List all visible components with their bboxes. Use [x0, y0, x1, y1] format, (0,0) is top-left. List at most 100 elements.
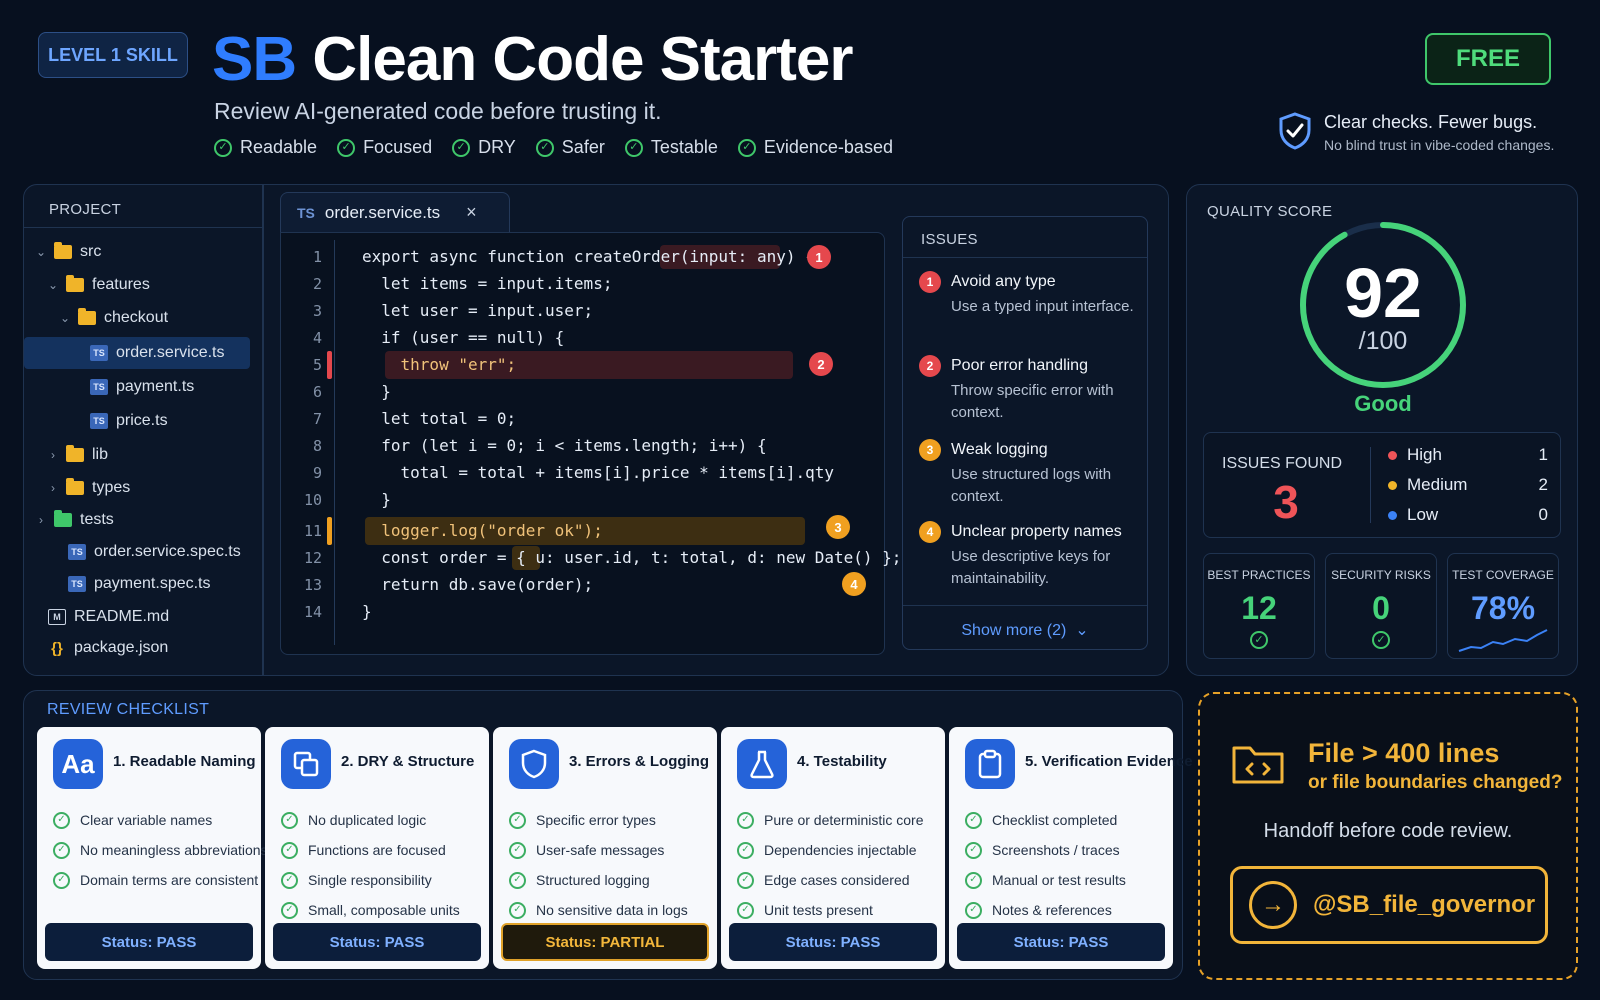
issue-marker-1[interactable]: 1	[807, 245, 831, 269]
tree-folder-tests[interactable]: › tests	[36, 504, 114, 536]
metric-security-risks: SECURITY RISKS 0 ✓	[1325, 553, 1437, 659]
checklist-item: ✓ User-safe messages	[509, 835, 688, 865]
issues-panel: ISSUES 1 Avoid any type Use a typed input…	[902, 216, 1148, 650]
divider	[24, 227, 262, 228]
checklist-card-errors: 3. Errors & Logging ✓ Specific error type…	[493, 727, 717, 969]
checklist-item: ✓ Edge cases considered	[737, 865, 924, 895]
check-icon: ✓	[965, 901, 982, 919]
issue-title: Unclear property names	[951, 523, 1122, 540]
issues-found-count: 3	[1273, 476, 1299, 528]
code-line: 7 let total = 0;	[290, 405, 516, 432]
code-line: 10 }	[290, 486, 391, 513]
checklist-item-label: Edge cases considered	[764, 872, 910, 888]
checklist-item-label: Domain terms are consistent	[80, 872, 259, 888]
card-title: 3. Errors & Logging	[569, 753, 710, 770]
tree-file-payment-spec[interactable]: TS payment.spec.ts	[68, 568, 211, 600]
issue-item[interactable]: 3 Weak logging Use structured logs with c…	[919, 439, 1141, 508]
tree-folder-types[interactable]: › types	[48, 472, 130, 504]
metric-test-coverage: TEST COVERAGE 78%	[1447, 553, 1559, 659]
issue-item[interactable]: 4 Unclear property names Use descriptive …	[919, 521, 1141, 590]
tree-label: src	[80, 243, 102, 260]
score-max: /100	[1358, 327, 1408, 355]
tree-folder-features[interactable]: ⌄ features	[48, 269, 150, 301]
tree-label: tests	[80, 511, 114, 528]
issue-item[interactable]: 2 Poor error handling Throw specific erro…	[919, 355, 1141, 424]
code-text: }	[362, 490, 391, 509]
sparkline-icon	[1458, 629, 1548, 652]
show-more-button[interactable]: Show more (2) ⌄	[903, 605, 1147, 640]
check-icon: ✓	[624, 138, 643, 157]
checklist-item: ✓ Clear variable names	[53, 805, 268, 835]
folder-icon	[66, 275, 84, 292]
tree-label: order.service.spec.ts	[94, 543, 241, 560]
check-icon: ✓	[1372, 631, 1390, 649]
check-icon: ✓	[214, 138, 232, 157]
issue-marker-4[interactable]: 4	[842, 572, 866, 596]
tree-folder-checkout[interactable]: ⌄ checkout	[60, 302, 168, 334]
status-badge: Status: PARTIAL	[501, 923, 709, 961]
severity-high: High 1	[1388, 445, 1548, 465]
checklist-item: ✓ Unit tests present	[737, 895, 924, 925]
checklist-item-label: Specific error types	[536, 812, 656, 828]
code-text: return db.save(order);	[362, 575, 594, 594]
file-governor-button[interactable]: → @SB_file_governor	[1230, 866, 1548, 944]
tree-file-package-json[interactable]: {} package.json	[48, 632, 168, 664]
issue-item[interactable]: 1 Avoid any type Use a typed input interf…	[919, 271, 1141, 318]
tag-testable: ✓ Testable	[624, 137, 718, 158]
tree-file-order-spec[interactable]: TS order.service.spec.ts	[68, 536, 241, 568]
issue-number: 1	[919, 271, 941, 293]
check-icon: ✓	[281, 841, 298, 859]
severity-label: Medium	[1407, 475, 1468, 494]
issue-number: 3	[919, 439, 941, 461]
checklist-item-label: Unit tests present	[764, 902, 873, 918]
tree-folder-lib[interactable]: › lib	[48, 439, 108, 471]
check-icon: ✓	[737, 811, 754, 829]
code-line: 9 total = total + items[i].price * items…	[290, 459, 834, 486]
card-title: 4. Testability	[797, 753, 887, 770]
issues-found-label: ISSUES FOUND	[1222, 455, 1343, 472]
checklist-card-naming: Aa 1. Readable Naming ✓ Clear variable na…	[37, 727, 268, 969]
code-text: }	[362, 602, 372, 621]
shield-icon	[509, 739, 559, 789]
tag-evidence-based: ✓ Evidence-based	[737, 137, 893, 158]
arrow-right-icon: →	[1249, 881, 1297, 929]
checklist-item-label: Functions are focused	[308, 842, 446, 858]
tree-label: README.md	[74, 608, 170, 625]
checklist-card-dry: 2. DRY & Structure ✓ No duplicated logic …	[265, 727, 489, 969]
tree-label: features	[92, 276, 150, 293]
close-icon[interactable]: ×	[466, 202, 477, 223]
metric-value: 12	[1241, 590, 1277, 626]
code-text: export async function createOrder(input:…	[362, 247, 815, 266]
check-icon: ✓	[53, 841, 70, 859]
issue-marker-2[interactable]: 2	[809, 352, 833, 376]
tree-file-payment[interactable]: TS payment.ts	[90, 371, 194, 403]
checklist-item: ✓ Pure or deterministic core	[737, 805, 924, 835]
tree-file-price[interactable]: TS price.ts	[90, 405, 168, 437]
tree-file-order-service[interactable]: TS order.service.ts	[24, 337, 250, 369]
checklist-item-label: Checklist completed	[992, 812, 1118, 828]
folder-icon	[66, 478, 84, 495]
checklist-item: ✓ Domain terms are consistent	[53, 865, 268, 895]
chevron-down-icon: ⌄	[36, 245, 47, 259]
tag-label: Evidence-based	[763, 137, 893, 157]
tab-order-service[interactable]: TS order.service.ts ×	[280, 192, 510, 232]
issue-marker-3[interactable]: 3	[826, 515, 850, 539]
tree-folder-src[interactable]: ⌄ src	[36, 236, 101, 268]
icon-glyph: Aa	[61, 748, 95, 779]
text-aa-icon: Aa	[53, 739, 103, 789]
json-icon: {}	[51, 639, 63, 657]
issue-description: Use descriptive keys for maintainability…	[951, 548, 1111, 587]
file-governor-label: @SB_file_governor	[1313, 891, 1536, 918]
checklist-item: ✓ Functions are focused	[281, 835, 460, 865]
check-icon: ✓	[965, 811, 982, 829]
checklist-item-label: Clear variable names	[80, 812, 213, 828]
tag-focused: ✓ Focused	[337, 137, 432, 158]
checklist-item-label: No duplicated logic	[308, 812, 427, 828]
check-icon: ✓	[1250, 631, 1268, 649]
checklist-item: ✓ No meaningless abbreviations	[53, 835, 268, 865]
tree-label: payment.ts	[116, 378, 195, 395]
metric-label: SECURITY RISKS	[1331, 568, 1431, 582]
code-text: logger.log("order ok");	[362, 521, 603, 540]
metric-label: TEST COVERAGE	[1452, 568, 1554, 582]
tree-file-readme[interactable]: M README.md	[48, 601, 169, 633]
